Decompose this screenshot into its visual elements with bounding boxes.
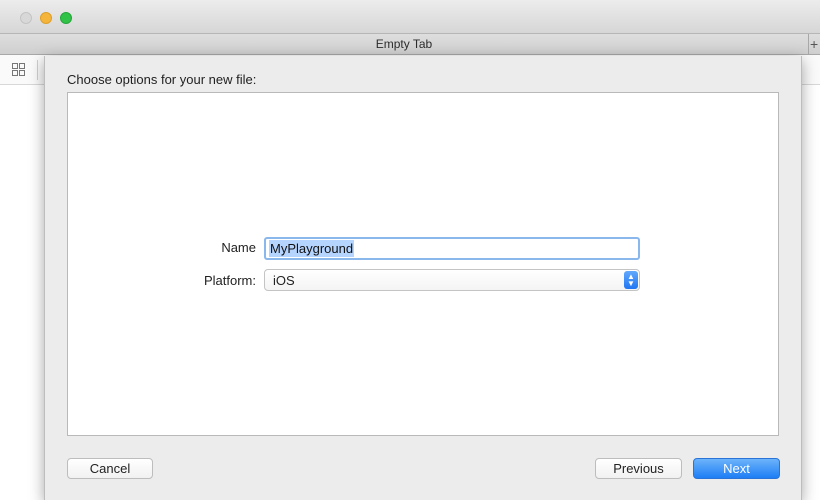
options-panel: Name MyPlayground Platform: iOS ▲ ▼ [67,92,779,436]
close-window-button[interactable] [20,12,32,24]
name-label: Name [221,240,256,255]
platform-select-value: iOS [273,273,295,288]
grid-icon[interactable] [12,63,25,76]
name-field-value: MyPlayground [269,240,355,257]
new-tab-button[interactable]: + [810,35,820,55]
tab-divider [808,34,809,56]
new-file-sheet: Choose options for your new file: Name M… [44,56,802,500]
tab-bar: Empty Tab + [0,33,820,56]
editor-left-rail [0,85,44,500]
toolbar-divider [37,60,38,80]
window-titlebar [0,0,820,33]
platform-select[interactable]: iOS ▲ ▼ [264,269,640,291]
platform-label: Platform: [203,273,256,288]
minimize-window-button[interactable] [40,12,52,24]
previous-button[interactable]: Previous [595,458,682,479]
up-down-chevron-icon: ▲ ▼ [624,271,638,289]
tab-empty[interactable]: Empty Tab [0,37,808,51]
sheet-heading: Choose options for your new file: [67,72,257,87]
maximize-window-button[interactable] [60,12,72,24]
name-field[interactable]: MyPlayground [264,237,640,260]
cancel-button[interactable]: Cancel [67,458,153,479]
next-button[interactable]: Next [693,458,780,479]
